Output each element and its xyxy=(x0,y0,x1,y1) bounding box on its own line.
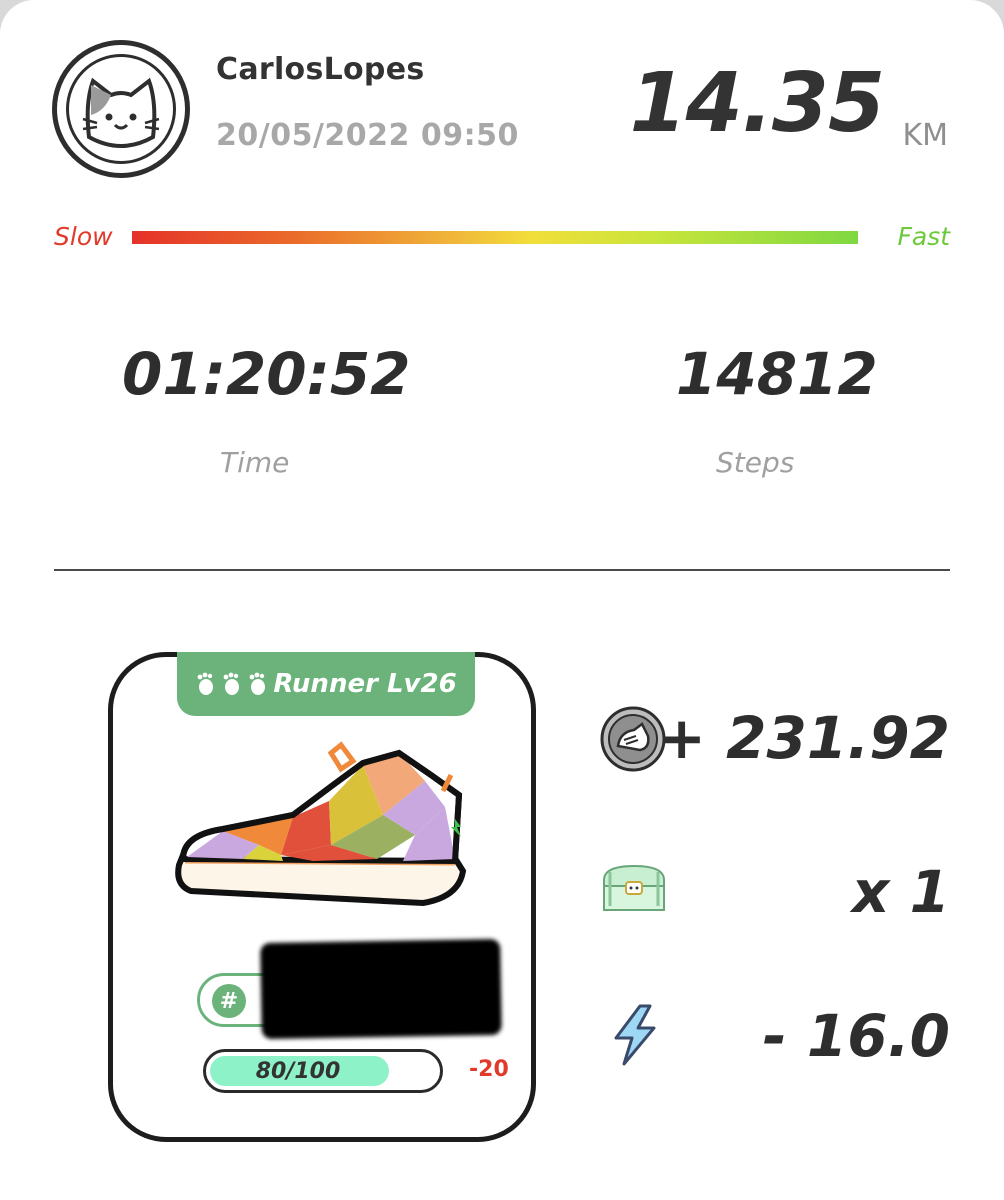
gst-reward-value: + 231.92 xyxy=(657,704,950,772)
time-value: 01:20:52 xyxy=(122,340,411,408)
steps-value: 14812 xyxy=(676,340,878,408)
footprint-icon xyxy=(247,672,269,696)
run-summary-card: CarlosLopes 20/05/2022 09:50 14.35 KM Sl… xyxy=(0,0,1004,1200)
pace-gradient-bar xyxy=(132,231,858,244)
sneaker-image xyxy=(163,735,483,939)
pace-slow-label: Slow xyxy=(54,222,113,251)
durability-text: 80/100 xyxy=(255,1058,341,1084)
energy-cost-value: - 16.0 xyxy=(762,1002,950,1070)
mystery-box-reward-value: x 1 xyxy=(852,858,950,926)
time-label: Time xyxy=(220,446,290,479)
footprint-icon xyxy=(221,672,243,696)
distance-unit: KM xyxy=(902,118,948,153)
footprint-icon xyxy=(195,672,217,696)
sneaker-card[interactable]: Runner Lv26 # 80/100 -20 xyxy=(108,652,536,1142)
sneaker-level-tab: Runner Lv26 xyxy=(177,652,475,716)
distance-value: 14.35 xyxy=(629,56,885,151)
gst-coin-icon xyxy=(600,706,666,776)
sneaker-level-label: Runner Lv26 xyxy=(273,669,457,699)
steps-label: Steps xyxy=(716,446,795,479)
username: CarlosLopes xyxy=(216,52,425,87)
avatar[interactable] xyxy=(52,40,190,178)
run-datetime: 20/05/2022 09:50 xyxy=(216,118,519,153)
section-divider xyxy=(54,569,950,571)
pace-fast-label: Fast xyxy=(897,222,950,251)
durability-delta: -20 xyxy=(469,1057,509,1082)
lightning-bolt-icon xyxy=(610,1004,660,1070)
redacted-sneaker-id xyxy=(260,938,502,1040)
sneaker-id-prefix: # xyxy=(212,984,246,1018)
durability-bar: 80/100 xyxy=(203,1049,443,1093)
treasure-chest-icon xyxy=(600,862,668,916)
cat-avatar-icon xyxy=(66,54,176,164)
